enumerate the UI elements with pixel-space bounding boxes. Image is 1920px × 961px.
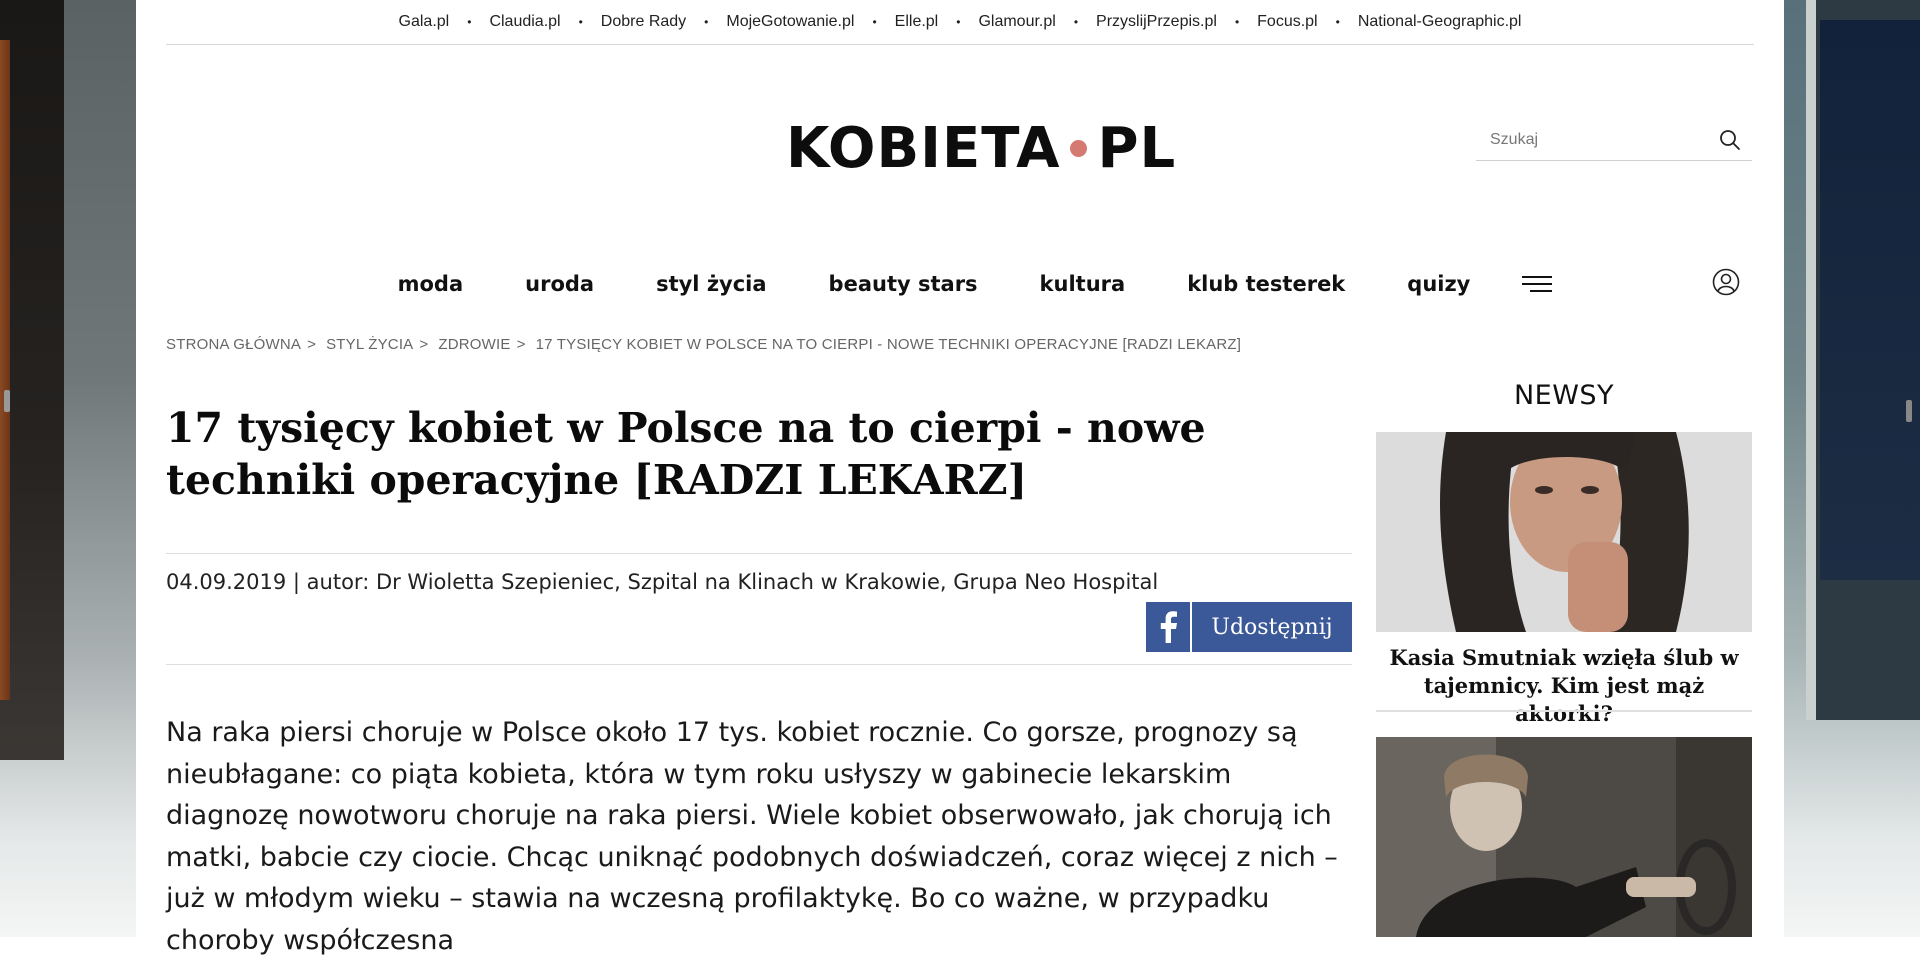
network-separator: • (1073, 15, 1079, 29)
sidebar-title: NEWSY (1513, 380, 1615, 411)
network-separator: • (872, 15, 877, 29)
network-bar: Gala.pl • Claudia.pl • Dobre Rady • Moje… (166, 0, 1754, 45)
network-separator: • (956, 15, 961, 29)
share-label: Udostępnij (1211, 614, 1333, 640)
search-input[interactable] (1476, 130, 1718, 150)
divider (166, 553, 1352, 554)
network-link-focus[interactable]: Focus.pl (1253, 13, 1321, 31)
logo-text-right: PL (1097, 115, 1177, 181)
network-link-gala[interactable]: Gala.pl (395, 13, 454, 31)
news-image[interactable] (1376, 737, 1752, 937)
nav-item-styl-zycia[interactable]: styl życia (656, 272, 766, 296)
breadcrumb-item-styl-zycia[interactable]: STYL ŻYCIA (326, 336, 413, 353)
background-door-edge (0, 40, 10, 700)
breadcrumb: STRONA GŁÓWNA > STYL ŻYCIA > ZDROWIE >17 TYSI… (166, 336, 1241, 353)
user-icon[interactable] (1712, 268, 1740, 296)
page-container: Gala.pl • Claudia.pl • Dobre Rady • Moje… (136, 0, 1784, 956)
network-link-dobre-rady[interactable]: Dobre Rady (597, 13, 690, 31)
breadcrumb-separator: > (307, 336, 317, 353)
breadcrumb-item-current: 17 TYSIĘCY KOBIET W POLSCE NA TO CIERPI … (535, 336, 1242, 353)
breadcrumb-separator: > (516, 336, 526, 353)
site-logo[interactable]: KOBIETA PL (786, 115, 1177, 181)
hamburger-icon[interactable] (1521, 273, 1553, 295)
search-icon[interactable] (1718, 128, 1742, 152)
network-separator: • (704, 15, 709, 29)
background-left (0, 0, 136, 937)
divider (166, 664, 1352, 665)
network-link-glamour[interactable]: Glamour.pl (974, 13, 1059, 31)
background-right (1784, 0, 1920, 937)
network-link-mojegotowanie[interactable]: MojeGotowanie.pl (722, 13, 858, 31)
news-title[interactable]: Kasia Smutniak wzięła ślub w tajemnicy. … (1376, 644, 1752, 728)
network-separator: • (467, 15, 472, 29)
network-link-claudia[interactable]: Claudia.pl (485, 13, 564, 31)
network-separator: • (578, 15, 583, 29)
network-separator: • (1234, 15, 1240, 29)
nav-item-klub-testerek[interactable]: klub testerek (1187, 272, 1345, 296)
background-door-panel (1820, 20, 1920, 580)
logo-text-left: KOBIETA (786, 115, 1061, 181)
network-separator: • (1335, 15, 1340, 29)
breadcrumb-separator: > (419, 336, 429, 353)
nav-item-kultura[interactable]: kultura (1040, 272, 1126, 296)
nav-item-quizy[interactable]: quizy (1407, 272, 1470, 296)
network-link-national-geographic[interactable]: National-Geographic.pl (1354, 13, 1526, 31)
background-door-handle-right (1906, 400, 1912, 422)
background-door-handle (4, 390, 10, 412)
main-nav: moda uroda styl życia beauty stars kultu… (136, 262, 1784, 306)
nav-item-moda[interactable]: moda (398, 272, 464, 296)
article-title: 17 tysięcy kobiet w Polsce na to cierpi … (166, 404, 1206, 504)
breadcrumb-item-zdrowie[interactable]: ZDROWIE (438, 336, 510, 353)
nav-item-uroda[interactable]: uroda (525, 272, 594, 296)
search-box (1476, 120, 1752, 161)
logo-dot (1070, 139, 1088, 157)
article-meta: 04.09.2019 | autor: Dr Wioletta Szepieni… (166, 570, 1159, 594)
news-divider (1376, 710, 1752, 712)
network-link-elle[interactable]: Elle.pl (891, 13, 943, 31)
breadcrumb-item-home[interactable]: STRONA GŁÓWNA (166, 336, 301, 353)
facebook-icon (1146, 602, 1192, 652)
network-link-przyslijprzepis[interactable]: PrzyslijPrzepis.pl (1092, 13, 1221, 31)
article-body: Na raka piersi choruje w Polsce około 17… (166, 717, 1338, 956)
news-image[interactable] (1376, 432, 1752, 632)
nav-item-beauty-stars[interactable]: beauty stars (829, 272, 978, 296)
share-button[interactable]: Udostępnij (1146, 602, 1352, 652)
